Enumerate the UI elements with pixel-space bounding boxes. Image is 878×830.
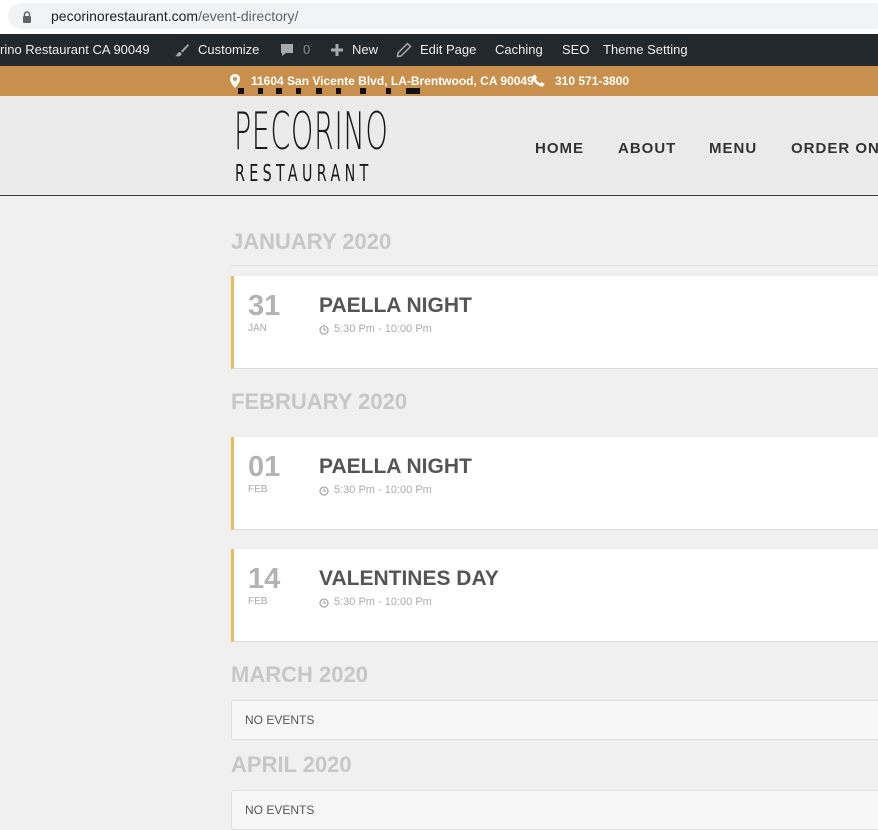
nav-about[interactable]: ABOUT — [618, 140, 676, 157]
month-heading: FEBRUARY 2020 — [231, 389, 408, 414]
logo-wordmark[interactable]: PECORINO — [234, 106, 388, 158]
phone-text: 310 571-3800 — [555, 74, 630, 88]
url-domain: pecorinorestaurant.com — [51, 8, 199, 24]
site-header: PECORINO RESTAURANT HOME ABOUT MENU ORDE… — [0, 88, 878, 196]
event-title[interactable]: PAELLA NIGHT — [319, 294, 472, 318]
map-pin-icon — [230, 74, 240, 88]
url-text[interactable]: pecorinorestaurant.com/event-directory/ — [51, 8, 298, 24]
theme-setting-link[interactable]: Theme Setting — [603, 34, 688, 66]
month-heading: APRIL 2020 — [231, 752, 352, 777]
brush-icon — [175, 44, 189, 57]
edit-page-link[interactable]: Edit Page — [396, 34, 486, 66]
nav-order-online[interactable]: ORDER ON — [791, 140, 878, 157]
pencil-icon — [396, 42, 412, 58]
event-time: 5:30 Pm - 10:00 Pm — [334, 596, 432, 608]
admin-site-name[interactable]: rino Restaurant CA 90049 — [0, 34, 150, 66]
no-events-text: NO EVENTS — [245, 713, 315, 727]
event-card[interactable]: 31 JAN PAELLA NIGHT 5:30 Pm - 10:00 Pm — [231, 276, 878, 369]
comments-link[interactable]: 0 — [279, 34, 319, 66]
no-events-box: NO EVENTS — [231, 700, 878, 740]
wp-admin-bar: rino Restaurant CA 90049 Customize 0 New… — [0, 34, 878, 66]
edit-page-label: Edit Page — [420, 42, 477, 57]
plus-icon — [331, 44, 343, 56]
event-title[interactable]: VALENTINES DAY — [319, 567, 499, 591]
clock-icon — [319, 486, 329, 496]
url-path: /event-directory/ — [198, 8, 299, 24]
clock-icon — [319, 598, 329, 608]
event-month: FEB — [248, 596, 268, 607]
event-time: 5:30 Pm - 10:00 Pm — [334, 484, 432, 496]
caching-link[interactable]: Caching — [495, 34, 543, 66]
lock-icon[interactable] — [22, 10, 32, 28]
event-month: JAN — [248, 323, 267, 334]
event-card[interactable]: 14 FEB VALENTINES DAY 5:30 Pm - 10:00 Pm — [231, 549, 878, 642]
event-month: FEB — [248, 484, 268, 495]
month-heading: JANUARY 2020 — [231, 229, 392, 254]
phone-icon — [532, 74, 545, 87]
comments-count: 0 — [303, 42, 311, 57]
nav-home[interactable]: HOME — [535, 140, 584, 157]
seo-link[interactable]: SEO — [562, 34, 589, 66]
event-day: 31 — [248, 290, 281, 322]
nav-menu[interactable]: MENU — [709, 140, 757, 157]
no-events-box: NO EVENTS — [231, 790, 878, 830]
top-info-bar: 11604 San Vicente Blvd, LA-Brentwood, CA… — [0, 66, 878, 96]
address-field[interactable]: pecorinorestaurant.com/event-directory/ — [8, 3, 878, 29]
event-time: 5:30 Pm - 10:00 Pm — [334, 323, 432, 335]
event-day: 01 — [248, 451, 281, 483]
browser-url-bar: pecorinorestaurant.com/event-directory/ — [0, 0, 878, 34]
comment-icon — [281, 44, 293, 56]
clock-icon — [319, 325, 329, 335]
customize-label: Customize — [198, 42, 260, 57]
logo-subtitle: RESTAURANT — [235, 161, 373, 187]
month-divider — [231, 265, 878, 266]
logo-top-fragment — [236, 88, 426, 100]
event-title[interactable]: PAELLA NIGHT — [319, 455, 472, 479]
new-label: New — [352, 42, 379, 57]
no-events-text: NO EVENTS — [245, 803, 315, 817]
event-day: 14 — [248, 563, 281, 595]
customize-link[interactable]: Customize — [174, 34, 264, 66]
month-heading: MARCH 2020 — [231, 662, 368, 687]
event-card[interactable]: 01 FEB PAELLA NIGHT 5:30 Pm - 10:00 Pm — [231, 437, 878, 530]
new-link[interactable]: New — [329, 34, 389, 66]
